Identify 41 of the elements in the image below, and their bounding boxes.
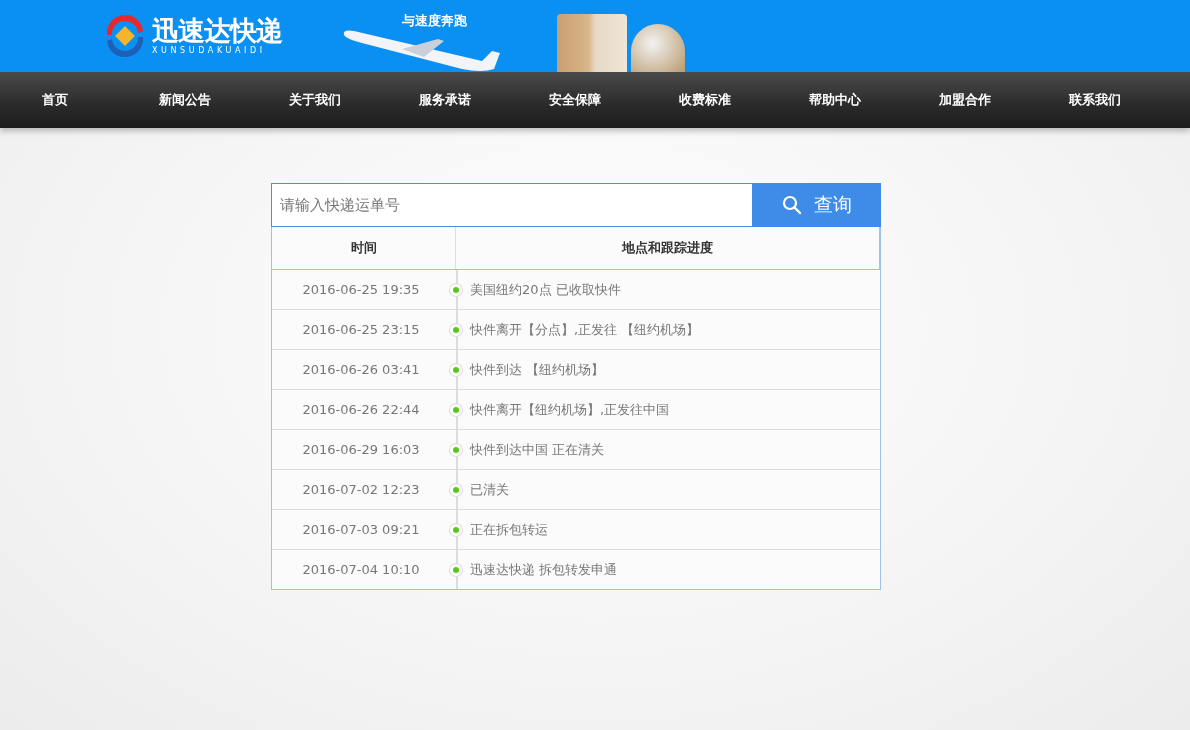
status-cell: 快件离开【纽约机场】,正发往中国 bbox=[470, 400, 670, 419]
time-cell-text: 2016-06-25 19:35 bbox=[301, 282, 421, 297]
time-cell-text: 2016-06-26 22:44 bbox=[301, 402, 421, 417]
status-cell: 快件到达中国 正在清关 bbox=[470, 440, 605, 459]
time-cell-text: 2016-06-25 23:15 bbox=[301, 322, 421, 337]
status-cell: 已清关 bbox=[470, 480, 509, 499]
nav-link[interactable]: 安全保障 bbox=[520, 91, 650, 109]
timeline-dot-icon bbox=[450, 283, 462, 296]
nav-link[interactable]: 收费标准 bbox=[650, 91, 780, 109]
timeline-dot-icon bbox=[450, 323, 462, 336]
logo-subtext: XUNSUDAKUAIDI bbox=[152, 46, 266, 56]
nav-link[interactable]: 帮助中心 bbox=[780, 91, 910, 109]
nav-link[interactable]: 首页 bbox=[0, 91, 130, 109]
status-cell: 快件离开【分点】,正发往 【纽约机场】 bbox=[470, 320, 700, 339]
time-cell-text: 2016-06-29 16:03 bbox=[301, 442, 421, 457]
time-cell-text: 2016-06-26 03:41 bbox=[301, 362, 421, 377]
column-header: 地点和跟踪进度 bbox=[620, 239, 714, 257]
timeline-dot-icon bbox=[450, 483, 462, 496]
timeline-dot-icon bbox=[450, 563, 462, 576]
nav-link[interactable]: 加盟合作 bbox=[910, 91, 1040, 109]
nav-link[interactable]: 新闻公告 bbox=[130, 91, 260, 109]
timeline-dot-icon bbox=[450, 363, 462, 376]
column-header: 时间 bbox=[272, 227, 456, 269]
slogan-text: 与速度奔跑 bbox=[402, 12, 467, 30]
nav-link[interactable]: 关于我们 bbox=[260, 91, 390, 109]
status-cell: 正在拆包转运 bbox=[470, 520, 548, 539]
status-cell: 迅速达快递 拆包转发申通 bbox=[470, 560, 618, 579]
logo-text: 迅速达快递 bbox=[152, 16, 282, 46]
status-cell: 美国纽约20点 已收取快件 bbox=[470, 280, 621, 299]
nav-link[interactable]: 联系我们 bbox=[1040, 91, 1170, 109]
time-cell-text: 2016-07-02 12:23 bbox=[301, 482, 421, 497]
search-field[interactable]: 请输入快递运单号 bbox=[271, 183, 752, 227]
time-cell-text: 2016-07-04 10:10 bbox=[301, 562, 421, 577]
nav-link[interactable]: 服务承诺 bbox=[390, 91, 520, 109]
timeline-dot-icon bbox=[450, 403, 462, 416]
status-cell: 快件到达 【纽约机场】 bbox=[470, 360, 605, 379]
timeline-dot-icon bbox=[450, 523, 462, 536]
photo-placeholder bbox=[557, 14, 627, 72]
timeline-dot-icon bbox=[450, 443, 462, 456]
search-icon bbox=[781, 195, 802, 215]
time-cell-text: 2016-07-03 09:21 bbox=[301, 522, 421, 537]
